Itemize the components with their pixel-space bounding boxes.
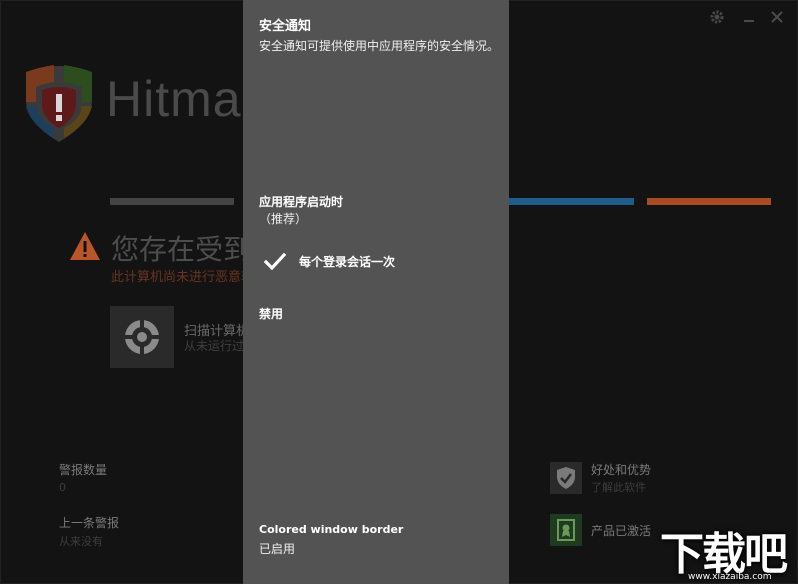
app-logo-text: Hitma bbox=[106, 71, 242, 127]
gear-icon[interactable] bbox=[708, 8, 726, 26]
scan-target-icon bbox=[122, 317, 162, 361]
option-on-app-start[interactable]: 应用程序启动时 bbox=[259, 193, 343, 210]
window-border-value: 已启用 bbox=[259, 542, 296, 556]
status-segment-1 bbox=[110, 198, 234, 205]
scan-button[interactable] bbox=[110, 306, 174, 368]
close-icon[interactable] bbox=[768, 8, 786, 26]
scan-subtitle: 从未运行过 bbox=[184, 339, 245, 353]
alerts-label: 警报数量 bbox=[59, 463, 108, 477]
warning-icon bbox=[68, 230, 102, 266]
status-segment-3 bbox=[647, 198, 771, 205]
last-alert-value: 从来没有 bbox=[59, 535, 103, 548]
option-on-app-start-sub: （推荐） bbox=[259, 212, 308, 226]
shield-logo-icon bbox=[20, 62, 98, 148]
panel-description: 安全通知可提供使用中应用程序的安全情况。 bbox=[259, 39, 500, 53]
checkmark-icon bbox=[263, 250, 287, 274]
certificate-icon bbox=[557, 519, 575, 541]
panel-title: 安全通知 bbox=[259, 19, 312, 34]
window-border-label[interactable]: Colored window border bbox=[259, 523, 403, 536]
last-alert-label: 上一条警报 bbox=[59, 516, 120, 530]
status-segment-2 bbox=[509, 198, 634, 205]
product-status-tile bbox=[550, 514, 582, 546]
status-subtitle: 此计算机尚未进行恶意软 bbox=[111, 270, 255, 285]
security-notifications-panel: 安全通知 安全通知可提供使用中应用程序的安全情况。 应用程序启动时 （推荐） 每… bbox=[243, 0, 509, 584]
minimize-icon[interactable] bbox=[740, 8, 758, 26]
benefits-button[interactable] bbox=[550, 462, 582, 494]
status-title: 您存在受到 bbox=[111, 233, 252, 266]
option-disabled[interactable]: 禁用 bbox=[259, 305, 283, 322]
option-once-per-session[interactable]: 每个登录会话一次 bbox=[299, 253, 395, 270]
product-status-label: 产品已激活 bbox=[591, 524, 652, 538]
watermark-url: www.xiazaiba.com bbox=[688, 572, 772, 582]
shield-check-icon bbox=[557, 467, 575, 489]
alerts-value: 0 bbox=[59, 481, 66, 494]
benefits-label[interactable]: 好处和优势 bbox=[591, 461, 651, 478]
benefits-sub: 了解此软件 bbox=[591, 481, 646, 494]
